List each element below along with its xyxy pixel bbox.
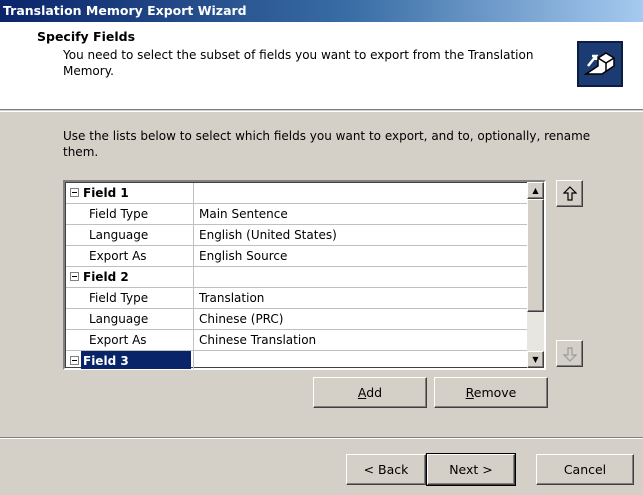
wizard-header: Specify Fields You need to select the su… bbox=[0, 22, 643, 110]
down-arrow-icon bbox=[562, 346, 577, 362]
property-name-cell: Field 2 bbox=[66, 267, 194, 288]
page-description: You need to select the subset of fields … bbox=[63, 48, 534, 78]
property-value-cell[interactable] bbox=[195, 351, 527, 369]
property-value-cell[interactable]: Chinese (PRC) bbox=[195, 309, 527, 330]
field-group-row[interactable]: Field 3 bbox=[66, 351, 527, 369]
property-value-cell[interactable]: English (United States) bbox=[195, 225, 527, 246]
property-name-cell: Field Type bbox=[66, 288, 194, 309]
field-group-label: Field 2 bbox=[83, 270, 129, 284]
footer-divider-highlight bbox=[0, 438, 643, 439]
property-name-cell: Export As bbox=[66, 246, 194, 267]
move-up-button[interactable] bbox=[556, 180, 583, 207]
field-property-row[interactable]: Language Chinese (PRC) bbox=[66, 309, 527, 330]
property-label: Export As bbox=[89, 249, 147, 263]
collapse-icon[interactable] bbox=[70, 356, 79, 365]
property-value-cell[interactable]: Chinese Translation bbox=[195, 330, 527, 351]
property-value-cell[interactable] bbox=[195, 183, 527, 204]
remove-button[interactable]: Remove bbox=[434, 377, 548, 408]
next-button[interactable]: Next > bbox=[426, 453, 516, 486]
instructions-text: Use the lists below to select which fiel… bbox=[63, 129, 591, 159]
field-group-label: Field 3 bbox=[81, 351, 191, 369]
window-title: Translation Memory Export Wizard bbox=[0, 0, 643, 22]
property-name-cell: Field Type bbox=[66, 204, 194, 225]
property-name-cell: Export As bbox=[66, 330, 194, 351]
back-button[interactable]: < Back bbox=[346, 454, 426, 485]
field-property-row[interactable]: Field Type Main Sentence bbox=[66, 204, 527, 225]
property-value-cell[interactable]: Main Sentence bbox=[195, 204, 527, 225]
field-property-row[interactable]: Export As Chinese Translation bbox=[66, 330, 527, 351]
up-arrow-icon bbox=[562, 185, 577, 201]
move-down-button[interactable] bbox=[556, 340, 583, 367]
property-name-cell: Field 1 bbox=[66, 183, 194, 204]
field-group-label: Field 1 bbox=[83, 186, 129, 200]
property-label: Field Type bbox=[89, 291, 149, 305]
header-divider bbox=[0, 111, 643, 112]
property-label: Export As bbox=[89, 333, 147, 347]
property-label: Language bbox=[89, 228, 149, 242]
property-label: Language bbox=[89, 312, 149, 326]
property-name-cell: Field 3 bbox=[66, 351, 194, 369]
property-value-cell[interactable]: English Source bbox=[195, 246, 527, 267]
grid-scrollbar[interactable]: ▲ ▼ bbox=[527, 182, 544, 368]
collapse-icon[interactable] bbox=[70, 272, 79, 281]
field-property-row[interactable]: Language English (United States) bbox=[66, 225, 527, 246]
fields-grid[interactable]: Field 1 Field Type Main Sentence Language En… bbox=[63, 180, 546, 370]
scroll-down-button[interactable]: ▼ bbox=[527, 351, 544, 368]
scroll-up-button[interactable]: ▲ bbox=[527, 182, 544, 199]
property-label: Field Type bbox=[89, 207, 149, 221]
page-title: Specify Fields bbox=[37, 29, 136, 44]
add-button[interactable]: Add bbox=[313, 377, 427, 408]
field-group-row[interactable]: Field 2 bbox=[66, 267, 527, 288]
field-group-row[interactable]: Field 1 bbox=[66, 183, 527, 204]
property-name-cell: Language bbox=[66, 225, 194, 246]
property-value-cell[interactable]: Translation bbox=[195, 288, 527, 309]
scroll-thumb[interactable] bbox=[527, 199, 544, 312]
field-property-row[interactable]: Field Type Translation bbox=[66, 288, 527, 309]
property-value-cell[interactable] bbox=[195, 267, 527, 288]
property-name-cell: Language bbox=[66, 309, 194, 330]
field-property-row[interactable]: Export As English Source bbox=[66, 246, 527, 267]
export-wizard-icon bbox=[577, 41, 623, 87]
fields-grid-rows: Field 1 Field Type Main Sentence Language En… bbox=[66, 183, 527, 369]
collapse-icon[interactable] bbox=[70, 188, 79, 197]
cancel-button[interactable]: Cancel bbox=[536, 454, 634, 485]
